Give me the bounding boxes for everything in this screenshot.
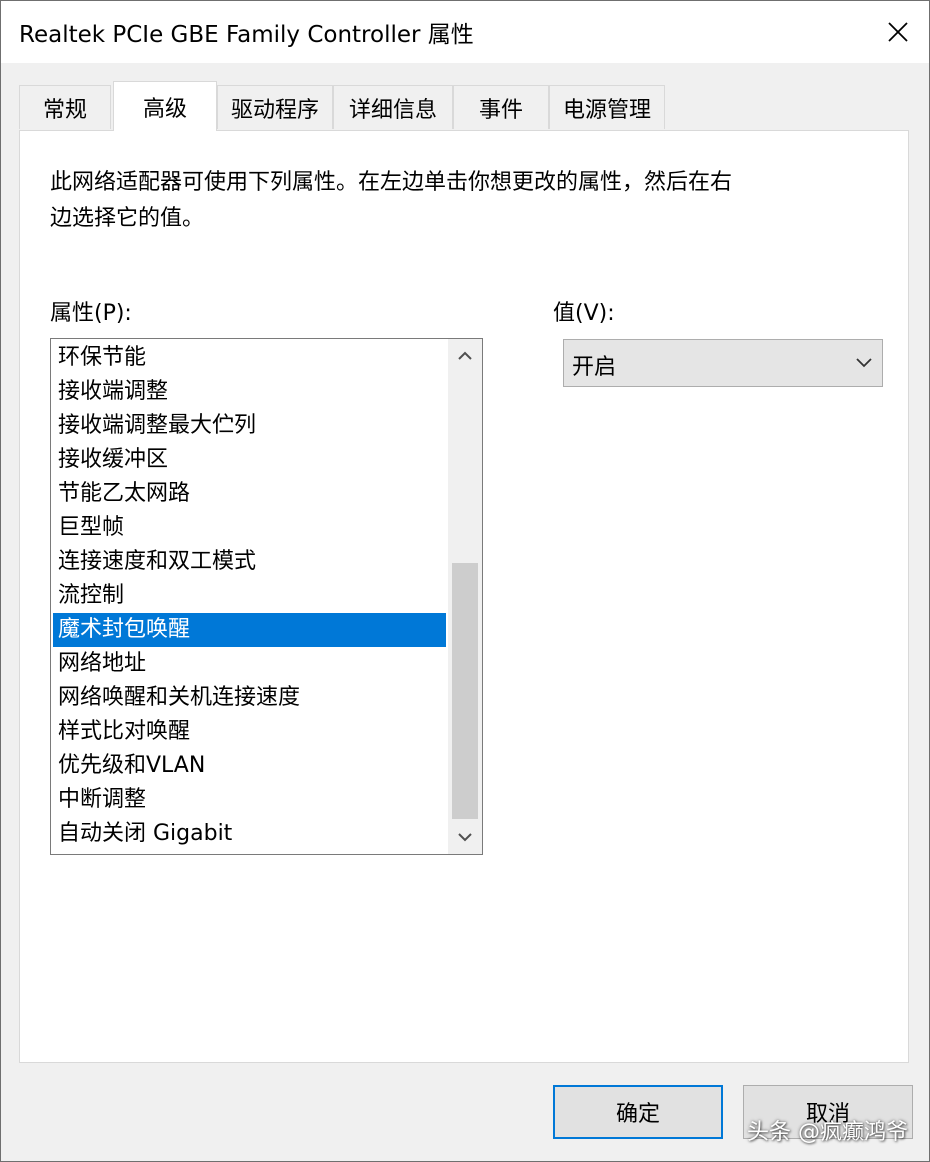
chevron-down-icon	[458, 833, 472, 842]
description-text: 此网络适配器可使用下列属性。在左边单击你想更改的属性，然后在右 边选择它的值。	[50, 165, 810, 237]
list-item[interactable]: 接收端调整最大伫列	[53, 409, 446, 443]
advanced-panel: 此网络适配器可使用下列属性。在左边单击你想更改的属性，然后在右 边选择它的值。 …	[19, 130, 909, 1063]
list-scrollbar[interactable]	[448, 339, 482, 854]
properties-dialog: Realtek PCIe GBE Family Controller 属性 常规…	[0, 0, 930, 1162]
list-item[interactable]: 自动关闭 Gigabit	[53, 817, 446, 851]
list-item[interactable]: 样式比对唤醒	[53, 715, 446, 749]
scrollbar-thumb[interactable]	[452, 563, 478, 819]
tab-details[interactable]: 详细信息	[333, 85, 453, 129]
list-item[interactable]: 接收端调整	[53, 375, 446, 409]
watermark: 头条 @疯癫鸿爷	[747, 1120, 908, 1145]
list-item[interactable]: 接收缓冲区	[53, 443, 446, 477]
list-item[interactable]: 中断调整	[53, 783, 446, 817]
dropdown-chevron	[854, 352, 874, 378]
tab-general[interactable]: 常规	[19, 85, 111, 129]
value-dropdown-text: 开启	[572, 355, 617, 380]
list-item[interactable]: 连接速度和双工模式	[53, 545, 446, 579]
chevron-down-icon	[856, 358, 872, 368]
value-dropdown[interactable]: 开启	[563, 339, 883, 387]
list-item[interactable]: 网络地址	[53, 647, 446, 681]
description-line-2: 边选择它的值。	[50, 206, 205, 231]
list-item[interactable]: 网络唤醒和关机连接速度	[53, 681, 446, 715]
list-item[interactable]: 流控制	[53, 579, 446, 613]
list-item[interactable]: 优先级和VLAN	[53, 749, 446, 783]
value-label: 值(V):	[553, 301, 615, 326]
property-listbox[interactable]: 环保节能 接收端调整 接收端调整最大伫列 接收缓冲区 节能乙太网路 巨型帧 连接…	[50, 338, 483, 855]
property-label: 属性(P):	[50, 301, 132, 326]
tab-events[interactable]: 事件	[453, 85, 549, 129]
list-item[interactable]: 环保节能	[53, 341, 446, 375]
chevron-up-icon	[458, 351, 472, 360]
tab-advanced[interactable]: 高级	[113, 81, 217, 131]
list-item-selected[interactable]: 魔术封包唤醒	[53, 613, 446, 647]
close-button[interactable]	[867, 1, 929, 63]
title-bar: Realtek PCIe GBE Family Controller 属性	[1, 1, 929, 63]
ok-button[interactable]: 确定	[553, 1085, 723, 1139]
list-item[interactable]: 巨型帧	[53, 511, 446, 545]
close-icon	[888, 22, 908, 42]
list-item[interactable]: 节能乙太网路	[53, 477, 446, 511]
tab-power-management[interactable]: 电源管理	[549, 85, 665, 129]
tab-driver[interactable]: 驱动程序	[217, 85, 333, 129]
scroll-down-button[interactable]	[448, 820, 482, 854]
scroll-up-button[interactable]	[448, 339, 482, 373]
window-title: Realtek PCIe GBE Family Controller 属性	[19, 22, 474, 48]
description-line-1: 此网络适配器可使用下列属性。在左边单击你想更改的属性，然后在右	[50, 170, 733, 195]
tab-strip: 常规 高级 驱动程序 详细信息 事件 电源管理	[19, 81, 911, 131]
